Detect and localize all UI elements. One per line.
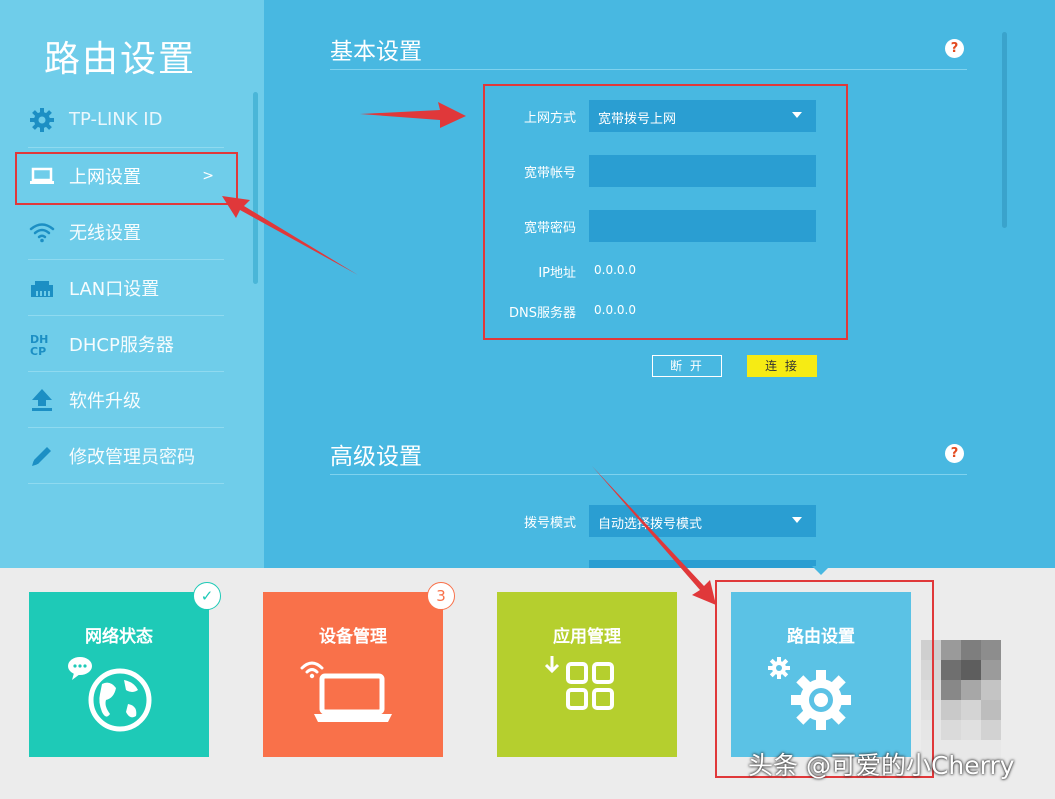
internet-mode-select[interactable]: 宽带拨号上网 xyxy=(589,100,816,132)
upload-icon xyxy=(28,386,56,414)
password-label: 宽带密码 xyxy=(523,221,576,236)
chevron-right-icon: > xyxy=(202,167,214,184)
chevron-down-icon xyxy=(792,517,802,523)
help-icon[interactable]: ? xyxy=(945,444,964,463)
sidebar-item-admin-password[interactable]: 修改管理员密码 xyxy=(28,428,224,484)
laptop-wifi-icon xyxy=(300,661,392,722)
account-label: 宽带帐号 xyxy=(523,166,576,181)
dns-label: DNS服务器 xyxy=(509,306,576,321)
tile-device-management[interactable]: 设备管理 xyxy=(263,592,443,757)
sidebar-item-label: 上网设置 xyxy=(69,166,141,188)
watermark-text: 头条 @可爱的小Cherry xyxy=(748,751,1015,780)
sidebar-item-internet[interactable]: 上网设置 > xyxy=(28,148,224,203)
pencil-icon xyxy=(28,442,56,470)
gears-icon xyxy=(768,657,851,730)
advanced-settings-title: 高级设置 xyxy=(330,444,422,470)
gear-icon xyxy=(28,106,56,134)
hidden-field[interactable] xyxy=(589,560,816,568)
account-field[interactable] xyxy=(589,155,816,187)
sidebar-item-label: LAN口设置 xyxy=(69,278,160,300)
tile-label: 设备管理 xyxy=(319,627,387,647)
connect-button[interactable]: 连 接 xyxy=(747,355,817,377)
sidebar-item-dhcp[interactable]: DH CP DHCP服务器 xyxy=(28,316,224,372)
sidebar-title: 路由设置 xyxy=(44,39,197,80)
tile-label: 应用管理 xyxy=(553,627,621,647)
dial-mode-label: 拨号模式 xyxy=(523,516,576,531)
ip-label: IP地址 xyxy=(538,266,576,281)
tile-app-management[interactable]: 应用管理 xyxy=(497,592,677,757)
main-scrollbar[interactable] xyxy=(1002,32,1007,228)
disconnect-button[interactable]: 断 开 xyxy=(652,355,722,377)
password-field[interactable] xyxy=(589,210,816,242)
lan-port-icon xyxy=(28,274,56,302)
dhcp-icon: DH CP xyxy=(28,330,56,358)
wifi-icon xyxy=(28,218,56,246)
ip-value: 0.0.0.0 xyxy=(594,263,636,277)
divider xyxy=(330,69,967,70)
sidebar-item-label: DHCP服务器 xyxy=(69,334,174,356)
tile-network-status[interactable]: 网络状态 xyxy=(29,592,209,757)
main-panel xyxy=(264,0,1055,568)
sidebar-scrollbar[interactable] xyxy=(253,92,258,284)
check-badge-icon: ✓ xyxy=(193,582,221,610)
apps-grid-icon xyxy=(544,656,614,710)
globe-icon xyxy=(68,657,152,732)
sidebar-item-label: 无线设置 xyxy=(69,222,141,244)
dial-mode-select[interactable]: 自动选择拨号模式 xyxy=(589,505,816,537)
laptop-icon xyxy=(28,162,56,190)
sidebar-item-label: 软件升级 xyxy=(69,390,141,412)
sidebar: 路由设置 TP-LINK ID 上网设置 > 无线设置 LAN口设置 DH CP… xyxy=(0,0,264,568)
dial-mode-value: 自动选择拨号模式 xyxy=(598,517,703,532)
active-pointer-icon xyxy=(812,566,830,575)
sidebar-item-tplink-id[interactable]: TP-LINK ID xyxy=(28,92,224,148)
basic-settings-title: 基本设置 xyxy=(330,39,422,65)
dns-value: 0.0.0.0 xyxy=(594,303,636,317)
internet-mode-label: 上网方式 xyxy=(523,111,576,126)
sidebar-item-upgrade[interactable]: 软件升级 xyxy=(28,372,224,428)
sidebar-item-label: TP-LINK ID xyxy=(69,109,163,130)
sidebar-nav: TP-LINK ID 上网设置 > 无线设置 LAN口设置 DHCP DHCP xyxy=(28,92,224,484)
sidebar-item-lan[interactable]: LAN口设置 xyxy=(28,260,224,316)
svg-text:CP: CP xyxy=(30,345,46,357)
sidebar-item-wireless[interactable]: 无线设置 xyxy=(28,203,224,260)
help-icon[interactable]: ? xyxy=(945,39,964,58)
chevron-down-icon xyxy=(792,112,802,118)
divider xyxy=(330,474,967,475)
sidebar-item-label: 修改管理员密码 xyxy=(69,446,195,468)
tile-label: 网络状态 xyxy=(85,627,153,647)
tile-router-settings[interactable]: 路由设置 xyxy=(731,592,911,757)
count-badge: 3 xyxy=(427,582,455,610)
internet-mode-value: 宽带拨号上网 xyxy=(598,112,677,127)
tile-label: 路由设置 xyxy=(787,627,855,647)
